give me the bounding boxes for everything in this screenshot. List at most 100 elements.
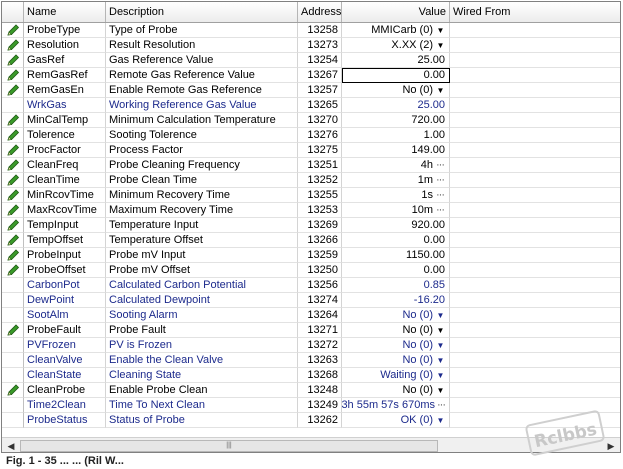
header-wired-from[interactable]: Wired From xyxy=(450,2,620,22)
header-value[interactable]: Value xyxy=(342,2,450,22)
cell-value: 25.00 xyxy=(342,98,450,113)
dropdown-arrow-icon[interactable]: ▼ xyxy=(436,323,445,337)
cell-value[interactable]: 0.00 xyxy=(342,233,450,248)
cell-value[interactable]: 1s ··· xyxy=(342,188,450,203)
row-icon-cell xyxy=(2,308,24,323)
value-text: 920.00 xyxy=(411,218,445,231)
cell-name: CleanValve xyxy=(24,353,106,368)
value-text: 0.00 xyxy=(423,233,445,246)
pencil-icon xyxy=(2,263,24,278)
cell-value[interactable]: 4h ··· xyxy=(342,158,450,173)
cell-name: MinRcovTime xyxy=(24,188,106,203)
cell-value[interactable]: 149.00 xyxy=(342,143,450,158)
table-row[interactable]: ProbeInput Probe mV Input 13259 1150.00 xyxy=(2,248,620,263)
table-row[interactable]: WrkGas Working Reference Gas Value 13265 25… xyxy=(2,98,620,113)
cell-address: 13248 xyxy=(298,383,342,398)
value-text: No (0) xyxy=(402,308,433,321)
table-row[interactable]: CleanState Cleaning State 13268 Waiting (0)… xyxy=(2,368,620,383)
ellipsis-icon[interactable]: ··· xyxy=(435,188,445,202)
cell-value[interactable]: 1.00 xyxy=(342,128,450,143)
cell-value: Waiting (0) ▼ xyxy=(342,368,450,383)
pencil-icon xyxy=(2,188,24,203)
dropdown-arrow-icon[interactable]: ▼ xyxy=(436,338,445,352)
cell-wired-from xyxy=(450,383,620,398)
dropdown-arrow-icon[interactable]: ▼ xyxy=(436,383,445,397)
dropdown-arrow-icon[interactable]: ▼ xyxy=(436,38,445,52)
cell-name: TempOffset xyxy=(24,233,106,248)
table-row[interactable]: Tolerence Sooting Tolerence 13276 1.00 xyxy=(2,128,620,143)
cell-value: OK (0) ▼ xyxy=(342,413,450,428)
table-row[interactable]: CleanValve Enable the Clean Valve 13263 No … xyxy=(2,353,620,368)
dropdown-arrow-icon[interactable]: ▼ xyxy=(436,23,445,37)
header-icon-column[interactable] xyxy=(2,2,24,22)
cell-address: 13255 xyxy=(298,188,342,203)
ellipsis-icon[interactable]: ··· xyxy=(435,173,445,187)
table-row[interactable]: ProcFactor Process Factor 13275 149.00 xyxy=(2,143,620,158)
cell-value[interactable]: No (0) ▼ xyxy=(342,323,450,338)
table-row[interactable]: ProbeFault Probe Fault 13271 No (0) ▼ xyxy=(2,323,620,338)
cell-name: GasRef xyxy=(24,53,106,68)
header-name[interactable]: Name xyxy=(24,2,106,22)
cell-description: Temperature Input xyxy=(106,218,298,233)
table-row[interactable]: SootAlm Sooting Alarm 13264 No (0) ▼ xyxy=(2,308,620,323)
table-row[interactable]: DewPoint Calculated Dewpoint 13274 -16.20 xyxy=(2,293,620,308)
cell-description: Maximum Recovery Time xyxy=(106,203,298,218)
pencil-icon xyxy=(2,23,24,38)
table-row[interactable]: CleanProbe Enable Probe Clean 13248 No (0) ▼ xyxy=(2,383,620,398)
cell-value[interactable]: 0.00 xyxy=(342,68,450,83)
header-description[interactable]: Description xyxy=(106,2,298,22)
cell-value[interactable]: 1m ··· xyxy=(342,173,450,188)
dropdown-arrow-icon[interactable]: ▼ xyxy=(436,368,445,382)
dropdown-arrow-icon[interactable]: ▼ xyxy=(436,83,445,97)
dropdown-arrow-icon[interactable]: ▼ xyxy=(436,413,445,427)
cell-wired-from xyxy=(450,38,620,53)
cell-name: CleanFreq xyxy=(24,158,106,173)
table-row[interactable]: CleanTime Probe Clean Time 13252 1m ··· xyxy=(2,173,620,188)
cell-value[interactable]: 10m ··· xyxy=(342,203,450,218)
pencil-icon xyxy=(2,323,24,338)
cell-description: Sooting Alarm xyxy=(106,308,298,323)
table-row[interactable]: MinCalTemp Minimum Calculation Temperatur… xyxy=(2,113,620,128)
cell-name: ProbeOffset xyxy=(24,263,106,278)
cell-value[interactable]: No (0) ▼ xyxy=(342,83,450,98)
cell-address: 13271 xyxy=(298,323,342,338)
cell-wired-from xyxy=(450,128,620,143)
cell-value[interactable]: 720.00 xyxy=(342,113,450,128)
cell-description: Enable Probe Clean xyxy=(106,383,298,398)
table-row[interactable]: Resolution Result Resolution 13273 X.XX (2)… xyxy=(2,38,620,53)
ellipsis-icon[interactable]: ··· xyxy=(435,203,445,217)
table-row[interactable]: RemGasRef Remote Gas Reference Value 13267… xyxy=(2,68,620,83)
table-row[interactable]: CleanFreq Probe Cleaning Frequency 13251 4h… xyxy=(2,158,620,173)
cell-value[interactable]: 25.00 xyxy=(342,53,450,68)
ellipsis-icon[interactable]: ··· xyxy=(437,398,446,412)
table-row[interactable]: TempOffset Temperature Offset 13266 0.00 xyxy=(2,233,620,248)
cell-value[interactable]: MMICarb (0) ▼ xyxy=(342,23,450,38)
cell-name: ProbeFault xyxy=(24,323,106,338)
table-row[interactable]: ProbeOffset Probe mV Offset 13250 0.00 xyxy=(2,263,620,278)
table-row[interactable]: CarbonPot Calculated Carbon Potential 1325… xyxy=(2,278,620,293)
cell-value[interactable]: 920.00 xyxy=(342,218,450,233)
value-text: -16.20 xyxy=(413,293,445,306)
row-icon-cell xyxy=(2,368,24,383)
header-address[interactable]: Address xyxy=(298,2,342,22)
scroll-left-icon[interactable]: ◀ xyxy=(3,439,19,452)
cell-value[interactable]: 0.00 xyxy=(342,263,450,278)
dropdown-arrow-icon[interactable]: ▼ xyxy=(436,353,445,367)
ellipsis-icon[interactable]: ··· xyxy=(435,158,445,172)
value-text: 25.00 xyxy=(417,53,445,66)
table-row[interactable]: RemGasEn Enable Remote Gas Reference 13257… xyxy=(2,83,620,98)
table-row[interactable]: MinRcovTime Minimum Recovery Time 13255 1s ·… xyxy=(2,188,620,203)
cell-value[interactable]: 1150.00 xyxy=(342,248,450,263)
cell-value[interactable]: No (0) ▼ xyxy=(342,383,450,398)
pencil-icon xyxy=(2,173,24,188)
table-row[interactable]: ProbeType Type of Probe 13258 MMICarb (0) ▼ xyxy=(2,23,620,38)
table-row[interactable]: PVFrozen PV is Frozen 13272 No (0) ▼ xyxy=(2,338,620,353)
table-row[interactable]: MaxRcovTime Maximum Recovery Time 13253 10m… xyxy=(2,203,620,218)
cell-name: RemGasEn xyxy=(24,83,106,98)
scrollbar-thumb[interactable]: ||| xyxy=(20,440,438,452)
cell-address: 13258 xyxy=(298,23,342,38)
table-row[interactable]: GasRef Gas Reference Value 13254 25.00 xyxy=(2,53,620,68)
dropdown-arrow-icon[interactable]: ▼ xyxy=(436,308,445,322)
cell-value[interactable]: X.XX (2) ▼ xyxy=(342,38,450,53)
table-row[interactable]: TempInput Temperature Input 13269 920.00 xyxy=(2,218,620,233)
